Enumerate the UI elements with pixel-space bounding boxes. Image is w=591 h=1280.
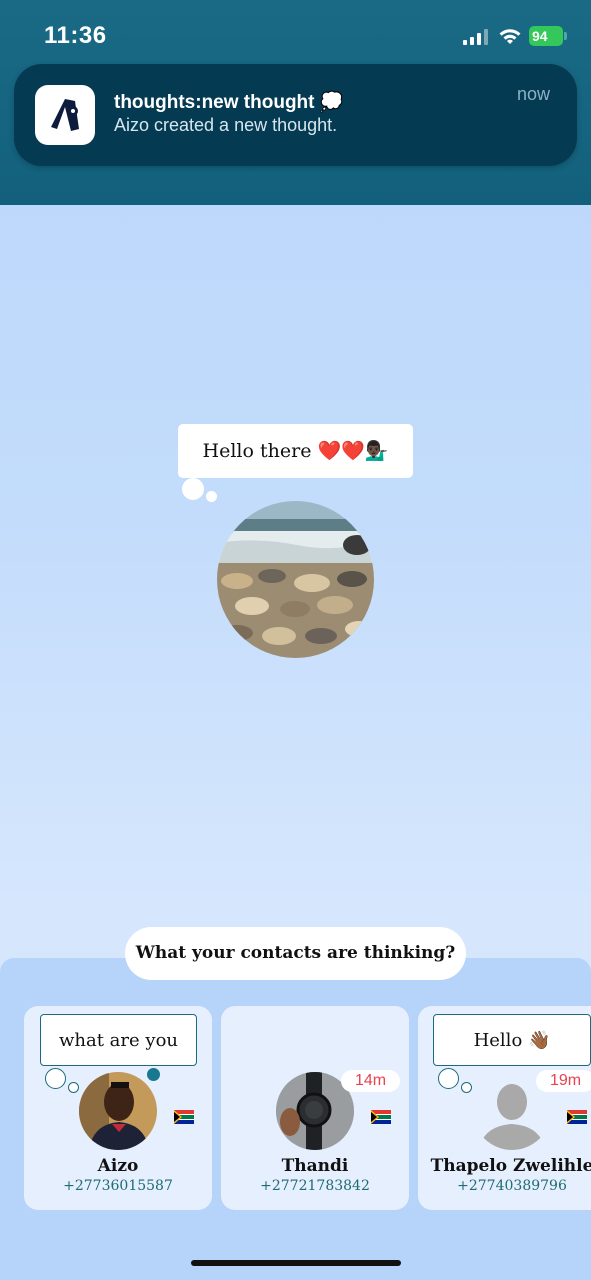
status-bar-area: 11:36 94 thoughts:new thought 💭 Aizo cre… [0, 0, 591, 205]
contact-name: Thapelo Zwelihle [430, 1156, 591, 1176]
wifi-icon [499, 29, 521, 44]
app-icon [35, 85, 95, 145]
contact-phone: +27740389796 [457, 1178, 567, 1194]
thoughts-logo-icon [51, 99, 79, 131]
notification-title: thoughts:new thought 💭 [114, 92, 344, 113]
thought-ring-large [45, 1068, 66, 1089]
beach-photo [217, 501, 374, 658]
main-thought-bubble[interactable]: Hello there ❤️❤️💁🏿‍♂️ [178, 424, 413, 478]
south-africa-flag-icon [371, 1110, 391, 1124]
avatar [79, 1072, 157, 1150]
battery-indicator: 94 [529, 26, 563, 46]
south-africa-flag-icon [567, 1110, 587, 1124]
status-time: 11:36 [44, 22, 107, 49]
notification-banner[interactable]: thoughts:new thought 💭 Aizo created a ne… [14, 64, 577, 166]
home-indicator[interactable] [191, 1260, 401, 1266]
time-badge: 19m [536, 1070, 591, 1092]
notification-time: now [516, 84, 550, 104]
online-indicator [147, 1068, 160, 1081]
time-badge: 14m [341, 1070, 401, 1092]
contact-card-thandi[interactable]: 14m Thandi +27721783842 [221, 1006, 409, 1210]
battery-level: 94 [532, 28, 548, 44]
contact-phone: +27736015587 [63, 1178, 173, 1194]
contact-thought-bubble: what are you [40, 1014, 197, 1066]
contacts-header-pill: What your contacts are thinking? [125, 927, 466, 980]
contact-name: Thandi [281, 1156, 349, 1176]
thought-ring-large [438, 1068, 459, 1089]
notification-body: Aizo created a new thought. [114, 115, 338, 135]
contact-card-thapelo[interactable]: Hello 👋🏾 19m Thapelo Zwelihle +277403897… [418, 1006, 591, 1210]
south-africa-flag-icon [174, 1110, 194, 1124]
contact-card-aizo[interactable]: what are you Aizo +27736015587 [24, 1006, 212, 1210]
person-photo [79, 1072, 157, 1150]
thought-dot-small [206, 491, 217, 502]
thought-dot-large [182, 478, 204, 500]
thought-ring-small [461, 1082, 472, 1093]
contact-thought-bubble: Hello 👋🏾 [433, 1014, 591, 1066]
contact-name: Aizo [97, 1156, 139, 1176]
thought-ring-small [68, 1082, 79, 1093]
contact-phone: +27721783842 [260, 1178, 370, 1194]
main-profile-photo[interactable] [217, 501, 374, 658]
cellular-signal-icon [463, 29, 488, 45]
battery-tip [564, 32, 567, 40]
